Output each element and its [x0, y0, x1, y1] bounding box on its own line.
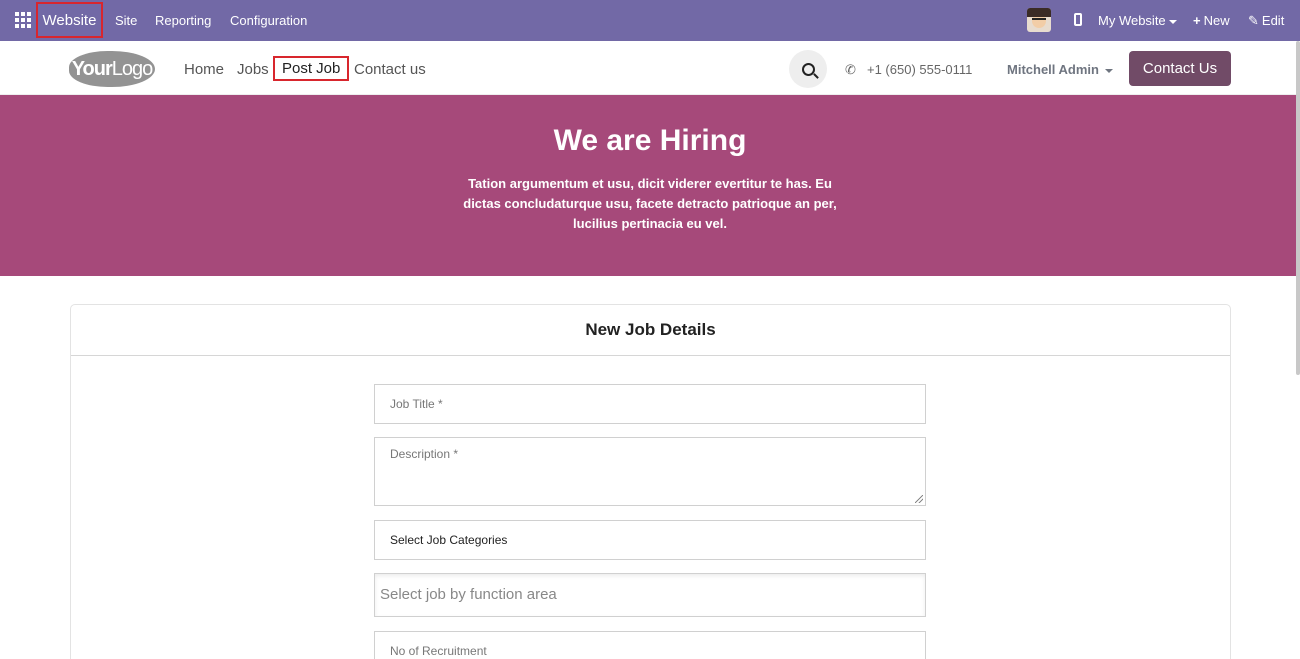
contact-us-button[interactable]: Contact Us — [1129, 51, 1231, 86]
nav-jobs[interactable]: Jobs — [237, 61, 269, 78]
new-button[interactable]: + New — [1193, 13, 1230, 28]
apps-grid-icon[interactable] — [15, 12, 31, 28]
phone-number[interactable]: +1 (650) 555-0111 — [867, 62, 972, 77]
mobile-icon[interactable] — [1074, 13, 1082, 26]
job-form-card: New Job Details Job Title * Description … — [70, 304, 1231, 659]
logo-light-text: Logo — [111, 57, 153, 80]
my-website-label: My Website — [1098, 13, 1166, 28]
topnav-site[interactable]: Site — [115, 13, 137, 28]
search-icon — [801, 62, 815, 76]
description-placeholder: Description * — [390, 447, 459, 461]
topnav-reporting[interactable]: Reporting — [155, 13, 211, 28]
plus-icon: + — [1193, 13, 1201, 28]
logo-bold-text: Your — [71, 57, 113, 80]
job-title-input[interactable]: Job Title * — [374, 384, 926, 424]
nav-home[interactable]: Home — [184, 61, 224, 78]
function-area-select[interactable]: Select job by function area — [374, 573, 926, 617]
nav-contact-us[interactable]: Contact us — [354, 61, 426, 78]
hero-banner: We are Hiring Tation argumentum et usu, … — [0, 95, 1300, 276]
caret-down-icon — [1168, 19, 1177, 24]
job-categories-select[interactable]: Select Job Categories — [374, 520, 926, 560]
form-heading: New Job Details — [71, 305, 1230, 356]
recruitment-count-input[interactable]: No of Recruitment — [374, 631, 926, 659]
new-label: New — [1203, 13, 1230, 28]
my-website-dropdown[interactable]: My Website — [1098, 13, 1177, 28]
topnav-configuration[interactable]: Configuration — [230, 13, 307, 28]
search-button[interactable] — [789, 50, 827, 88]
user-name: Mitchell Admin — [1007, 62, 1099, 77]
pencil-icon: ✎ — [1248, 13, 1259, 28]
phone-icon: ✆ — [845, 62, 856, 77]
site-logo[interactable]: Your Logo — [69, 51, 155, 87]
page-scrollbar[interactable] — [1296, 41, 1300, 375]
user-avatar[interactable] — [1027, 8, 1051, 32]
site-header: Your Logo Home Jobs Post Job Contact us ✆… — [0, 41, 1300, 95]
nav-post-job[interactable]: Post Job — [273, 56, 350, 81]
hero-title: We are Hiring — [553, 124, 747, 157]
description-textarea[interactable]: Description * — [374, 437, 926, 506]
edit-label: Edit — [1261, 13, 1285, 28]
resize-handle-icon[interactable] — [915, 495, 923, 503]
edit-button[interactable]: ✎ Edit — [1248, 13, 1284, 29]
admin-topbar: Website Site Reporting Configuration My … — [0, 0, 1300, 41]
hero-text: Tation argumentum et usu, dicit viderer … — [463, 176, 837, 231]
caret-down-icon — [1104, 68, 1113, 73]
app-brand-website[interactable]: Website — [36, 2, 103, 38]
user-menu-dropdown[interactable]: Mitchell Admin — [1007, 62, 1113, 77]
